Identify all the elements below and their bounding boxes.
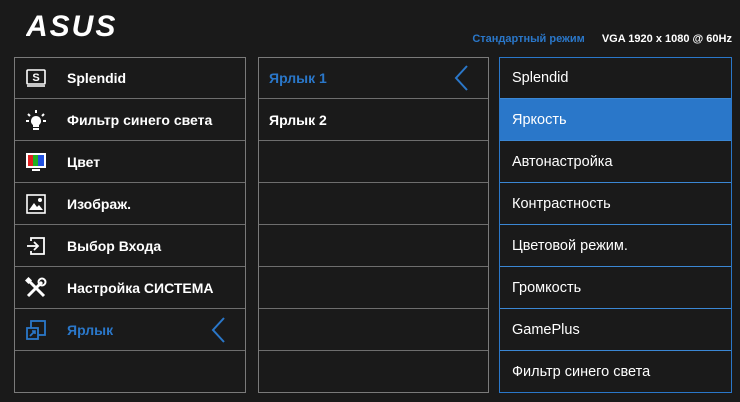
options-column: Splendid Яркость Автонастройка Контрастн… <box>499 57 732 393</box>
submenu-empty-row <box>259 225 488 267</box>
submenu-item-shortcut-2[interactable]: Ярлык 2 <box>259 99 488 141</box>
menu-item-splendid[interactable]: S Splendid <box>15 58 245 99</box>
menu-item-shortcut[interactable]: Ярлык <box>15 309 245 351</box>
option-brightness[interactable]: Яркость <box>500 99 731 141</box>
submenu-empty-row <box>259 351 488 392</box>
option-volume[interactable]: Громкость <box>500 267 731 309</box>
menu-item-color[interactable]: Цвет <box>15 141 245 183</box>
color-icon <box>25 151 47 173</box>
option-label: Контрастность <box>512 195 611 212</box>
option-blue-light-filter[interactable]: Фильтр синего света <box>500 351 731 392</box>
menu-item-label: Splendid <box>67 70 127 86</box>
option-splendid[interactable]: Splendid <box>500 58 731 99</box>
menu-item-label: Выбор Входа <box>67 237 162 254</box>
menu-item-input-select[interactable]: Выбор Входа <box>15 225 245 267</box>
submenu-column: Ярлык 1 Ярлык 2 <box>258 57 489 393</box>
splendid-icon: S <box>25 67 47 89</box>
menu-item-empty <box>15 351 245 392</box>
submenu-empty-row <box>259 309 488 351</box>
chevron-left-icon <box>211 316 225 343</box>
option-contrast[interactable]: Контрастность <box>500 183 731 225</box>
submenu-empty-row <box>259 267 488 309</box>
menu-item-label: Настройка СИСТЕМА <box>67 279 214 296</box>
osd-menu: ASUS Стандартный режим VGA 1920 x 1080 @… <box>0 0 740 402</box>
menu-item-label: Фильтр синего света <box>67 111 213 128</box>
main-menu-column: S Splendid Фильтр синего света Цвет Изоб… <box>14 57 246 393</box>
menu-item-image[interactable]: Изображ. <box>15 183 245 225</box>
system-setup-icon <box>25 276 47 299</box>
menu-item-label: Ярлык <box>67 321 114 338</box>
submenu-empty-row <box>259 141 488 183</box>
option-label: Цветовой режим. <box>512 237 628 254</box>
menu-item-label: Цвет <box>67 153 101 170</box>
input-select-icon <box>25 235 47 257</box>
shortcut-icon <box>25 319 47 341</box>
submenu-item-label: Ярлык 1 <box>269 70 327 86</box>
asus-logo: ASUS <box>25 10 146 45</box>
asus-logo-graphic: ASUS <box>25 10 117 43</box>
submenu-item-label: Ярлык 2 <box>269 111 327 128</box>
svg-text:ASUS: ASUS <box>26 10 117 40</box>
submenu-empty-row <box>259 183 488 225</box>
option-label: Автонастройка <box>512 153 613 170</box>
chevron-left-icon <box>454 65 468 91</box>
mode-label: Стандартный режим <box>472 33 585 45</box>
image-icon <box>25 193 47 215</box>
status-bar: Стандартный режим VGA 1920 x 1080 @ 60Hz <box>472 33 732 45</box>
menu-item-blue-light-filter[interactable]: Фильтр синего света <box>15 99 245 141</box>
header: ASUS Стандартный режим VGA 1920 x 1080 @… <box>0 0 740 52</box>
option-label: GamePlus <box>512 321 580 338</box>
resolution-label: VGA 1920 x 1080 @ 60Hz <box>601 33 732 45</box>
option-color-mode[interactable]: Цветовой режим. <box>500 225 731 267</box>
blue-light-filter-icon <box>25 109 47 131</box>
submenu-item-shortcut-1[interactable]: Ярлык 1 <box>259 58 488 99</box>
menu-item-system-setup[interactable]: Настройка СИСТЕМА <box>15 267 245 309</box>
option-gameplus[interactable]: GamePlus <box>500 309 731 351</box>
option-label: Фильтр синего света <box>512 363 651 380</box>
option-label: Яркость <box>512 111 567 128</box>
svg-text:S: S <box>32 72 39 84</box>
option-auto-adjust[interactable]: Автонастройка <box>500 141 731 183</box>
option-label: Громкость <box>512 279 582 296</box>
menu-item-label: Изображ. <box>67 195 132 212</box>
option-label: Splendid <box>512 70 569 86</box>
